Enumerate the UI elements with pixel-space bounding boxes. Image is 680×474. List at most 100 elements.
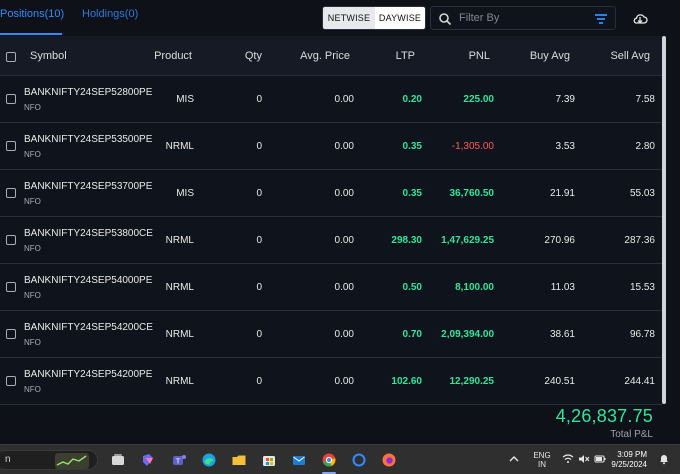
qty: 0 xyxy=(256,235,262,246)
language-region: IN xyxy=(538,460,546,469)
header-symbol[interactable]: Symbol xyxy=(30,50,67,62)
copilot-icon[interactable] xyxy=(140,452,156,468)
sell-avg: 2.80 xyxy=(635,141,655,152)
filter-placeholder: Filter By xyxy=(459,12,500,24)
pnl: -1,305.00 xyxy=(451,141,494,152)
table-scrollbar[interactable] xyxy=(662,36,666,404)
symbol[interactable]: BANKNIFTY24SEP54200PE xyxy=(24,369,152,380)
cortana-icon[interactable] xyxy=(351,452,367,468)
svg-text:T: T xyxy=(175,457,181,465)
table-row[interactable]: BANKNIFTY24SEP54000PE NFO NRML 0 0.00 0.… xyxy=(0,264,662,311)
header-buy-avg[interactable]: Buy Avg xyxy=(520,50,570,62)
row-checkbox[interactable] xyxy=(6,141,16,151)
total-pnl-label: Total P&L xyxy=(610,429,653,440)
taskbar-search[interactable]: n xyxy=(0,450,98,470)
header-ltp[interactable]: LTP xyxy=(385,50,415,62)
avg-price: 0.00 xyxy=(334,94,354,105)
row-checkbox[interactable] xyxy=(6,376,16,386)
table-header: Symbol Product Qty Avg. Price LTP PNL Bu… xyxy=(0,36,662,76)
sell-avg: 55.03 xyxy=(629,188,655,199)
header-avg-price[interactable]: Avg. Price xyxy=(286,50,350,62)
row-checkbox[interactable] xyxy=(6,329,16,339)
header-product[interactable]: Product xyxy=(150,50,192,62)
symbol[interactable]: BANKNIFTY24SEP53800CE xyxy=(24,228,153,239)
product: NRML xyxy=(165,141,194,152)
search-icon xyxy=(439,13,452,26)
cloud-download-icon[interactable] xyxy=(632,12,648,26)
ltp: 102.60 xyxy=(391,376,422,387)
select-all-checkbox[interactable] xyxy=(6,52,16,62)
sell-avg: 287.36 xyxy=(624,235,655,246)
pnl: 12,290.25 xyxy=(449,376,495,387)
sell-avg: 15.53 xyxy=(629,282,655,293)
pnl: 2,09,394.00 xyxy=(441,329,494,340)
row-checkbox[interactable] xyxy=(6,94,16,104)
exchange: NFO xyxy=(24,244,41,253)
tab-positions[interactable]: Positions(10) xyxy=(0,8,64,20)
qty: 0 xyxy=(256,329,262,340)
header-sell-avg[interactable]: Sell Avg xyxy=(600,50,650,62)
row-checkbox[interactable] xyxy=(6,282,16,292)
table-row[interactable]: BANKNIFTY24SEP53800CE NFO NRML 0 0.00 29… xyxy=(0,217,662,264)
pnl: 1,47,629.25 xyxy=(441,235,494,246)
header-pnl[interactable]: PNL xyxy=(450,50,490,62)
file-explorer-icon[interactable] xyxy=(231,452,247,468)
task-view-icon[interactable] xyxy=(110,452,126,468)
wifi-icon[interactable] xyxy=(562,453,574,465)
chevron-up-icon[interactable] xyxy=(508,453,520,465)
sell-avg: 7.58 xyxy=(635,94,655,105)
avg-price: 0.00 xyxy=(334,188,354,199)
tab-holdings[interactable]: Holdings(0) xyxy=(82,8,138,20)
ltp: 0.35 xyxy=(402,141,422,152)
language-indicator[interactable]: ENG IN xyxy=(532,451,552,469)
filter-input[interactable]: Filter By xyxy=(430,6,616,30)
filter-icon[interactable] xyxy=(593,12,609,26)
active-tab-indicator xyxy=(0,33,62,35)
pnl: 8,100.00 xyxy=(455,282,494,293)
speaker-muted-icon[interactable] xyxy=(578,453,590,465)
top-bar: Positions(10) Holdings(0) NETWISE DAYWIS… xyxy=(0,0,680,36)
teams-icon[interactable]: T xyxy=(171,452,187,468)
daywise-button[interactable]: DAYWISE xyxy=(375,7,425,29)
exchange: NFO xyxy=(24,197,41,206)
symbol[interactable]: BANKNIFTY24SEP53700PE xyxy=(24,181,152,192)
clock-date: 9/25/2024 xyxy=(611,460,647,469)
firefox-icon[interactable] xyxy=(381,452,397,468)
edge-browser-icon[interactable] xyxy=(201,452,217,468)
table-row[interactable]: BANKNIFTY24SEP54200PE NFO NRML 0 0.00 10… xyxy=(0,358,662,405)
symbol[interactable]: BANKNIFTY24SEP52800PE xyxy=(24,87,152,98)
product: MIS xyxy=(176,94,194,105)
buy-avg: 11.03 xyxy=(550,282,575,293)
microsoft-store-icon[interactable] xyxy=(261,452,277,468)
avg-price: 0.00 xyxy=(334,329,354,340)
table-row[interactable]: BANKNIFTY24SEP53500PE NFO NRML 0 0.00 0.… xyxy=(0,123,662,170)
system-clock[interactable]: 3:09 PM 9/25/2024 xyxy=(611,450,647,470)
battery-icon[interactable] xyxy=(594,453,606,465)
symbol[interactable]: BANKNIFTY24SEP53500PE xyxy=(24,134,152,145)
product: NRML xyxy=(165,376,194,387)
avg-price: 0.00 xyxy=(334,376,354,387)
clock-time: 3:09 PM xyxy=(617,450,647,459)
positions-table: Symbol Product Qty Avg. Price LTP PNL Bu… xyxy=(0,36,662,405)
product: NRML xyxy=(165,282,194,293)
total-pnl-summary: 4,26,837.75 Total P&L xyxy=(556,406,653,440)
buy-avg: 270.96 xyxy=(544,235,575,246)
row-checkbox[interactable] xyxy=(6,235,16,245)
table-row[interactable]: BANKNIFTY24SEP54200CE NFO NRML 0 0.00 0.… xyxy=(0,311,662,358)
product: MIS xyxy=(176,188,194,199)
table-row[interactable]: BANKNIFTY24SEP52800PE NFO MIS 0 0.00 0.2… xyxy=(0,76,662,123)
sell-avg: 244.41 xyxy=(624,376,655,387)
qty: 0 xyxy=(256,141,262,152)
chrome-icon[interactable] xyxy=(321,452,337,468)
language-code: ENG xyxy=(533,451,551,460)
symbol[interactable]: BANKNIFTY24SEP54200CE xyxy=(24,322,153,333)
table-row[interactable]: BANKNIFTY24SEP53700PE NFO MIS 0 0.00 0.3… xyxy=(0,170,662,217)
sell-avg: 96.78 xyxy=(629,329,655,340)
netwise-button[interactable]: NETWISE xyxy=(323,7,375,29)
notification-bell-icon[interactable] xyxy=(658,453,670,465)
mail-icon[interactable] xyxy=(291,452,307,468)
product: NRML xyxy=(165,235,194,246)
header-qty[interactable]: Qty xyxy=(220,50,262,62)
symbol[interactable]: BANKNIFTY24SEP54000PE xyxy=(24,275,152,286)
row-checkbox[interactable] xyxy=(6,188,16,198)
